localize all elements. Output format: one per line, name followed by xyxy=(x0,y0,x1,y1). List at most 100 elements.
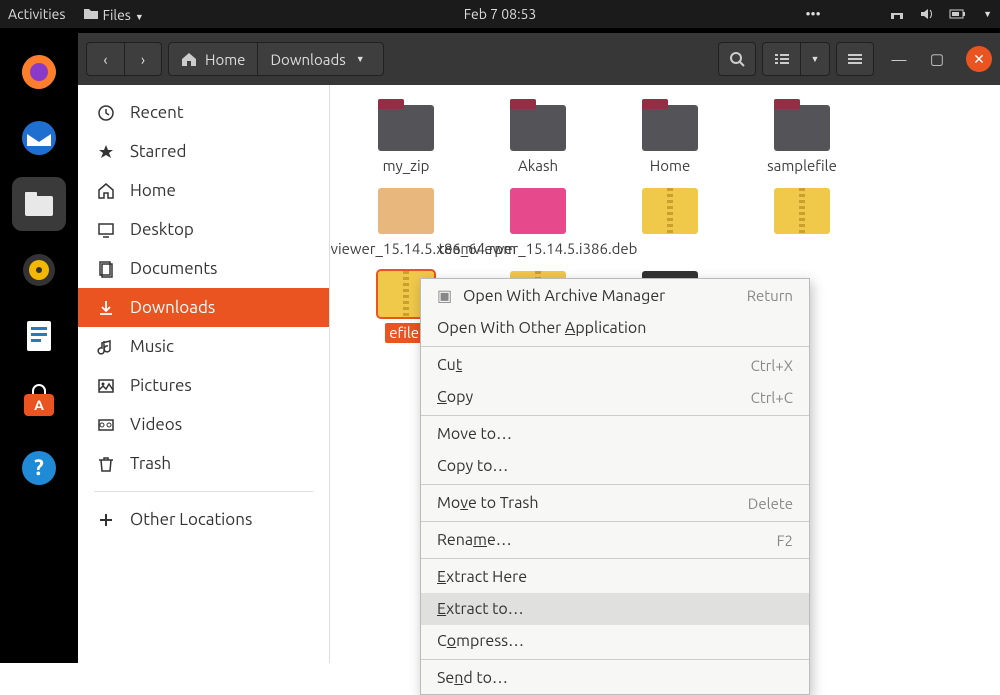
view-dropdown[interactable]: ▼ xyxy=(800,42,830,76)
more-icon[interactable]: ••• xyxy=(805,6,821,22)
star-icon xyxy=(96,143,116,161)
menu-cut[interactable]: CutCtrl+X xyxy=(421,349,809,381)
folder-icon xyxy=(378,105,434,151)
dock: A ? xyxy=(0,33,78,663)
file-label: Akash xyxy=(518,157,558,176)
back-button[interactable]: ‹ xyxy=(86,42,124,76)
archive-icon: ▣ xyxy=(437,286,457,305)
folder-icon xyxy=(83,6,99,20)
pathbar-home[interactable]: Home xyxy=(168,42,257,76)
sidebar-item-home[interactable]: Home xyxy=(78,171,329,210)
clock[interactable]: Feb 7 08:53 xyxy=(464,6,537,22)
dock-thunderbird[interactable] xyxy=(12,111,66,165)
sidebar-item-videos[interactable]: Videos xyxy=(78,405,329,444)
documents-icon xyxy=(96,260,116,278)
pathbar-downloads[interactable]: Downloads▼ xyxy=(257,42,383,76)
file-item[interactable]: teamviewer_15.14.5.i386.deb xyxy=(472,182,604,265)
menu-item-label: Move to Trash xyxy=(437,494,748,512)
context-menu: ▣ Open With Archive ManagerReturn Open Wit… xyxy=(420,278,810,695)
shortcut-label: Delete xyxy=(748,495,793,512)
menu-item-label: Copy to… xyxy=(437,457,793,475)
shortcut-label: Ctrl+X xyxy=(751,357,793,374)
sidebar-item-label: Videos xyxy=(130,415,182,434)
clock-icon xyxy=(96,104,116,122)
menu-icon xyxy=(847,52,863,66)
sidebar-item-recent[interactable]: Recent xyxy=(78,93,329,132)
menu-copy[interactable]: CopyCtrl+C xyxy=(421,381,809,413)
menu-open-with-other-application[interactable]: Open With Other Application xyxy=(421,312,809,344)
menu-extract-here[interactable]: Extract Here xyxy=(421,561,809,593)
menu-item-label: Rename… xyxy=(437,531,777,549)
gnome-topbar: Activities Files▼ Feb 7 08:53 ••• ▼ xyxy=(0,0,1000,28)
sidebar-item-label: Documents xyxy=(130,259,217,278)
file-label: Home xyxy=(650,157,690,176)
zip-icon xyxy=(642,188,698,234)
search-icon xyxy=(729,51,745,67)
svg-text:?: ? xyxy=(34,455,44,480)
shortcut-label: F2 xyxy=(777,532,793,549)
svg-text:A: A xyxy=(34,397,44,413)
dock-libreoffice[interactable] xyxy=(12,309,66,363)
sidebar-item-other-locations[interactable]: Other Locations xyxy=(78,500,329,539)
home-icon xyxy=(96,182,116,200)
rpm-icon xyxy=(378,188,434,234)
sidebar-item-documents[interactable]: Documents xyxy=(78,249,329,288)
menu-extract-to[interactable]: Extract to… xyxy=(421,593,809,625)
forward-button[interactable]: › xyxy=(124,42,162,76)
shortcut-label: Return xyxy=(747,287,793,304)
file-item[interactable] xyxy=(604,182,736,265)
sidebar-item-downloads[interactable]: Downloads xyxy=(78,288,329,327)
trash-icon xyxy=(96,455,116,473)
sidebar-item-desktop[interactable]: Desktop xyxy=(78,210,329,249)
minimize-button[interactable]: — xyxy=(886,46,912,72)
file-item[interactable]: Akash xyxy=(472,99,604,182)
search-button[interactable] xyxy=(718,42,756,76)
sidebar-item-music[interactable]: Music xyxy=(78,327,329,366)
app-menu[interactable]: Files▼ xyxy=(83,6,143,23)
battery-icon[interactable] xyxy=(949,6,965,22)
sidebar-item-label: Downloads xyxy=(130,298,215,317)
sidebar-item-starred[interactable]: Starred xyxy=(78,132,329,171)
menu-move-to-trash[interactable]: Move to TrashDelete xyxy=(421,487,809,519)
activities-button[interactable]: Activities xyxy=(8,6,65,22)
file-item[interactable]: my_zip xyxy=(340,99,472,182)
network-icon[interactable] xyxy=(889,6,905,22)
close-button[interactable]: ✕ xyxy=(966,46,992,72)
menu-rename[interactable]: Rename…F2 xyxy=(421,524,809,556)
system-menu-icon[interactable]: ▼ xyxy=(983,9,992,19)
dock-firefox[interactable] xyxy=(12,45,66,99)
menu-item-label: Open With Archive Manager xyxy=(463,287,747,305)
menu-move-to[interactable]: Move to… xyxy=(421,418,809,450)
folder-icon xyxy=(642,105,698,151)
file-item[interactable]: Home xyxy=(604,99,736,182)
menu-compress[interactable]: Compress… xyxy=(421,625,809,657)
sidebar-item-label: Desktop xyxy=(130,220,194,239)
sidebar-item-label: Other Locations xyxy=(130,510,252,529)
menu-send-to[interactable]: Send to… xyxy=(421,662,809,694)
dock-software[interactable]: A xyxy=(12,375,66,429)
files-toolbar: ‹ › Home Downloads▼ ▼ — ▢ ✕ xyxy=(78,33,1000,85)
maximize-button[interactable]: ▢ xyxy=(924,46,950,72)
sidebar-item-label: Recent xyxy=(130,103,184,122)
dock-help[interactable]: ? xyxy=(12,441,66,495)
dock-rhythmbox[interactable] xyxy=(12,243,66,297)
file-label: samplefile xyxy=(767,157,837,176)
menu-item-label: Compress… xyxy=(437,632,793,650)
sidebar-item-pictures[interactable]: Pictures xyxy=(78,366,329,405)
home-icon xyxy=(181,52,197,66)
file-item[interactable] xyxy=(736,182,868,265)
sidebar-item-trash[interactable]: Trash xyxy=(78,444,329,483)
menu-item-label: Move to… xyxy=(437,425,793,443)
menu-item-label: Open With Other Application xyxy=(437,319,793,337)
view-list-button[interactable] xyxy=(762,42,800,76)
videos-icon xyxy=(96,416,116,434)
volume-icon[interactable] xyxy=(919,6,935,22)
file-item[interactable]: samplefile xyxy=(736,99,868,182)
sidebar-item-label: Pictures xyxy=(130,376,192,395)
sidebar: Recent StarredHome Desktop Documents Downloa… xyxy=(78,85,330,663)
folder-icon xyxy=(510,105,566,151)
menu-copy-to[interactable]: Copy to… xyxy=(421,450,809,482)
hamburger-button[interactable] xyxy=(836,42,874,76)
dock-files[interactable] xyxy=(12,177,66,231)
menu-open-with-archive-manager[interactable]: ▣ Open With Archive ManagerReturn xyxy=(421,279,809,312)
